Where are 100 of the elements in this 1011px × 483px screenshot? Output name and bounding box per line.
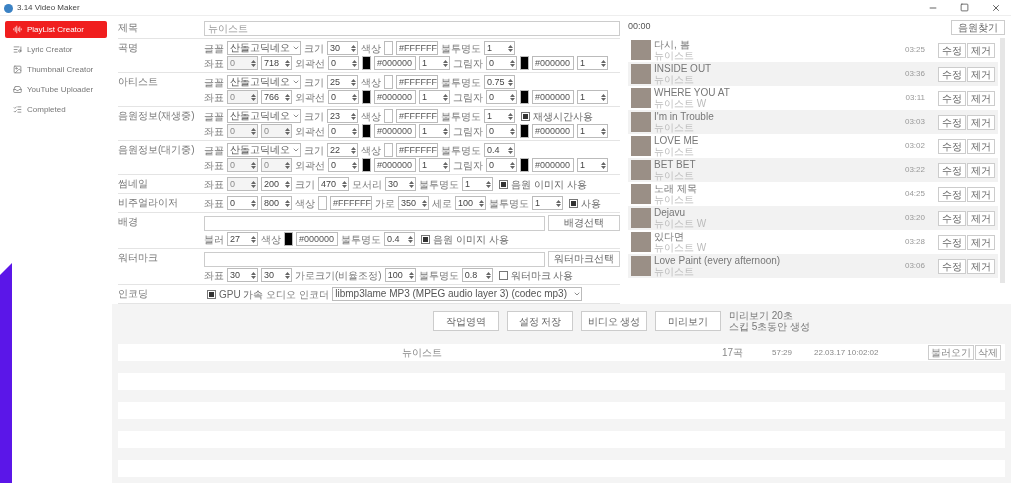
text-field[interactable] [204, 251, 545, 267]
number-field[interactable]: 1 [419, 90, 450, 104]
number-field[interactable]: 30 [385, 177, 416, 191]
edit-button[interactable]: 수정 [938, 114, 966, 130]
number-field[interactable]: 200 [261, 177, 292, 191]
stepper-icon[interactable] [408, 270, 414, 280]
stepper-icon[interactable] [422, 198, 427, 208]
stepper-icon[interactable] [251, 270, 256, 280]
number-field[interactable]: 30 [327, 41, 358, 55]
stepper-icon[interactable] [485, 270, 491, 280]
number-field[interactable]: 766 [261, 90, 292, 104]
remove-button[interactable]: 제거 [967, 186, 995, 202]
stepper-icon[interactable] [285, 198, 290, 208]
stepper-icon[interactable] [486, 179, 491, 189]
number-field[interactable]: 1 [462, 177, 493, 191]
color-swatch[interactable] [362, 56, 371, 70]
dropdown[interactable]: 산돌고딕네오 [227, 41, 301, 55]
number-field[interactable]: 1 [419, 158, 450, 172]
number-field[interactable]: 0 [486, 90, 517, 104]
remove-button[interactable]: 제거 [967, 114, 995, 130]
number-field[interactable]: 1 [577, 90, 608, 104]
playlist-row[interactable]: 다시, 봄 뉴이스트 03:25 수정 제거 [628, 38, 998, 62]
sidebar-item[interactable]: Completed [5, 101, 107, 118]
stepper-icon[interactable] [285, 58, 290, 68]
number-field[interactable]: 1 [484, 109, 515, 123]
stepper-icon[interactable] [601, 92, 606, 102]
maximize-icon[interactable] [960, 3, 969, 12]
stepper-icon[interactable] [351, 145, 356, 155]
color-swatch[interactable] [520, 56, 529, 70]
color-swatch[interactable] [384, 143, 393, 157]
stepper-icon[interactable] [508, 111, 513, 121]
stepper-icon[interactable] [251, 234, 256, 244]
number-field[interactable]: 350 [398, 196, 429, 210]
stepper-icon[interactable] [510, 126, 515, 136]
sidebar-item[interactable]: PlayList Creator [5, 21, 107, 38]
hex-field[interactable]: #000000 [532, 158, 574, 172]
stepper-icon[interactable] [443, 92, 448, 102]
edit-button[interactable]: 수정 [938, 162, 966, 178]
stepper-icon[interactable] [508, 77, 513, 87]
playlist-row[interactable]: WHERE YOU AT 뉴이스트 W 03:11 수정 제거 [628, 86, 998, 110]
stepper-icon[interactable] [352, 92, 357, 102]
stepper-icon[interactable] [409, 179, 414, 189]
close-icon[interactable] [991, 3, 1001, 13]
stepper-icon[interactable] [352, 160, 357, 170]
number-field[interactable]: 1 [577, 158, 608, 172]
stepper-icon[interactable] [352, 58, 357, 68]
edit-button[interactable]: 수정 [938, 42, 966, 58]
checkbox[interactable] [521, 111, 530, 121]
remove-button[interactable]: 제거 [967, 258, 995, 274]
number-field[interactable]: 0.8 [461, 268, 493, 282]
playlist-row[interactable]: 노래 제목 뉴이스트 04:25 수정 제거 [628, 182, 998, 206]
edit-button[interactable]: 수정 [938, 258, 966, 274]
sidebar-item[interactable]: Thumbnail Creator [5, 61, 107, 78]
color-swatch[interactable] [520, 124, 529, 138]
number-field[interactable]: 23 [327, 109, 358, 123]
hex-field[interactable]: #000000 [374, 124, 416, 138]
number-field[interactable]: 1 [419, 124, 450, 138]
number-field[interactable]: 100 [455, 196, 486, 210]
number-field[interactable]: 22 [327, 143, 358, 157]
remove-button[interactable]: 제거 [967, 234, 995, 250]
hex-field[interactable]: #000000 [374, 56, 416, 70]
stepper-icon[interactable] [601, 126, 606, 136]
number-field[interactable]: 1 [577, 124, 608, 138]
hex-field[interactable]: #000000 [374, 90, 416, 104]
stepper-icon[interactable] [479, 198, 484, 208]
stepper-icon[interactable] [285, 270, 290, 280]
hex-field[interactable]: #FFFFFF [396, 143, 438, 157]
color-swatch[interactable] [318, 196, 327, 210]
scrollbar[interactable] [1000, 38, 1005, 283]
hex-field[interactable]: #FFFFFF [396, 75, 438, 89]
number-field[interactable]: 0 [328, 158, 359, 172]
number-field[interactable]: 800 [261, 196, 292, 210]
stepper-icon[interactable] [601, 58, 606, 68]
checkbox[interactable] [421, 234, 430, 244]
number-field[interactable]: 470 [318, 177, 349, 191]
remove-button[interactable]: 제거 [967, 210, 995, 226]
number-field[interactable]: 0.75 [484, 75, 515, 89]
edit-button[interactable]: 수정 [938, 210, 966, 226]
edit-button[interactable]: 수정 [938, 186, 966, 202]
stepper-icon[interactable] [351, 43, 356, 53]
sidebar-item[interactable]: YouTube Uploader [5, 81, 107, 98]
stepper-icon[interactable] [443, 126, 448, 136]
color-swatch[interactable] [384, 75, 393, 89]
stepper-icon[interactable] [510, 58, 515, 68]
action-button[interactable]: 작업영역 [432, 311, 499, 331]
dropdown[interactable]: 산돌고딕네오 [227, 75, 301, 89]
hex-field[interactable]: #FFFFFF [396, 109, 438, 123]
select-file-button[interactable]: 워터마크선택 [548, 251, 620, 267]
stepper-icon[interactable] [443, 58, 448, 68]
color-swatch[interactable] [362, 124, 371, 138]
number-field[interactable]: 27 [227, 232, 258, 246]
number-field[interactable]: 0 [328, 56, 359, 70]
checkbox[interactable] [207, 289, 216, 299]
remove-button[interactable]: 제거 [967, 138, 995, 154]
stepper-icon[interactable] [351, 111, 356, 121]
saved-project-row[interactable]: 뉴이스트 17곡 57:29 22.03.17 10:02:02 불러오기 삭제 [118, 344, 1005, 361]
number-field[interactable]: 1 [484, 41, 515, 55]
edit-button[interactable]: 수정 [938, 234, 966, 250]
remove-button[interactable]: 제거 [967, 42, 995, 58]
select-file-button[interactable]: 배경선택 [548, 215, 620, 231]
